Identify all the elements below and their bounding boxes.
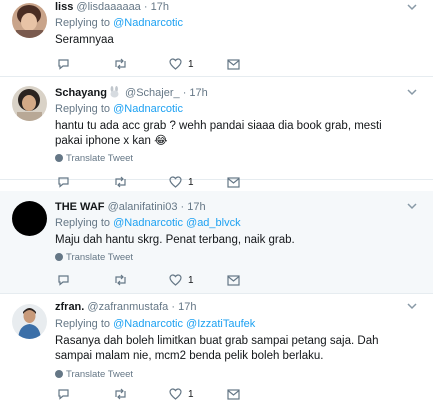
mention-link[interactable]: @Nadnarcotic @IzzatiTaufek [113, 318, 255, 330]
translate-tweet-link[interactable]: Translate Tweet [55, 153, 133, 165]
translate-tweet-link[interactable]: Translate Tweet [55, 369, 133, 381]
avatar[interactable] [12, 3, 47, 38]
retweet-icon [115, 176, 126, 188]
timestamp[interactable]: 17h [178, 301, 196, 313]
replying-to: Replying to @Nadnarcotic @ad_blvck [55, 217, 241, 229]
dm-button[interactable] [227, 273, 240, 287]
mention-link[interactable]: @Nadnarcotic @ad_blvck [113, 217, 241, 229]
avatar[interactable] [12, 304, 47, 339]
retweet-button[interactable] [113, 175, 128, 189]
tweet-schayang[interactable]: Schayang @Schajer_ · 17h Replying to @Na… [0, 77, 433, 188]
like-count: 1 [188, 388, 194, 400]
like-count: 1 [188, 176, 194, 188]
separator-dot: · [171, 301, 176, 313]
chevron-down-icon[interactable] [405, 301, 419, 315]
tweet-the-waf[interactable]: THE WAF @alanifatini03 · 17h Replying to… [0, 191, 433, 294]
avatar[interactable] [12, 86, 47, 121]
replying-to: Replying to @Nadnarcotic [55, 17, 183, 29]
tweet-header: Schayang @Schajer_ · 17h [55, 86, 403, 102]
like-button[interactable]: 1 [169, 273, 194, 287]
mention-link[interactable]: @Nadnarcotic [113, 103, 183, 115]
separator-dot: · [182, 87, 187, 99]
reply-icon [58, 275, 69, 286]
envelope-icon [227, 176, 240, 188]
translate-tweet-link[interactable]: Translate Tweet [55, 252, 133, 264]
reply-button[interactable] [57, 387, 70, 401]
tweet-zfran[interactable]: zfran. @zafranmustafa · 17h Replying to … [0, 294, 433, 404]
display-name[interactable]: zfran. [55, 301, 84, 313]
envelope-icon [227, 274, 240, 286]
tweet-liss[interactable]: liss @lisdaaaaaa · 17h Replying to @Nadn… [0, 0, 433, 77]
display-name[interactable]: liss [55, 1, 73, 13]
chevron-down-icon[interactable] [405, 87, 419, 101]
heart-icon [169, 274, 182, 286]
tweet-text: hantu tu ada acc grab ? wehh pandai siaa… [55, 120, 382, 147]
like-count: 1 [188, 58, 194, 70]
reply-icon [58, 389, 69, 400]
envelope-icon [227, 58, 240, 70]
timestamp[interactable]: 17h [187, 201, 205, 213]
dm-button[interactable] [227, 175, 240, 189]
timestamp[interactable]: 17h [189, 87, 207, 99]
reply-icon [58, 177, 69, 188]
timestamp[interactable]: 17h [151, 1, 169, 13]
reply-button[interactable] [57, 57, 70, 71]
retweet-button[interactable] [113, 273, 128, 287]
reply-button[interactable] [57, 175, 70, 189]
user-handle[interactable]: @Schajer_ [125, 87, 180, 99]
reply-icon [58, 59, 69, 70]
like-count: 1 [188, 274, 194, 286]
heart-icon [169, 176, 182, 188]
like-button[interactable]: 1 [169, 175, 194, 189]
replying-to: Replying to @Nadnarcotic @IzzatiTaufek [55, 318, 256, 330]
chevron-down-icon[interactable] [405, 201, 419, 215]
retweet-button[interactable] [113, 387, 128, 401]
tweet-header: THE WAF @alanifatini03 · 17h [55, 200, 403, 214]
avatar[interactable] [12, 201, 47, 236]
replying-to: Replying to @Nadnarcotic [55, 103, 183, 115]
globe-icon [55, 154, 63, 162]
tweet-header: liss @lisdaaaaaa · 17h [55, 0, 403, 14]
dm-button[interactable] [227, 387, 240, 401]
globe-icon [55, 370, 63, 378]
tweet-actions: 1 [55, 57, 275, 71]
dm-button[interactable] [227, 57, 240, 71]
tweet-header: zfran. @zafranmustafa · 17h [55, 300, 403, 314]
retweet-button[interactable] [113, 57, 128, 71]
like-button[interactable]: 1 [169, 57, 194, 71]
tweet-actions: 1 [55, 175, 275, 189]
globe-icon [55, 253, 63, 261]
tweet-text: Rasanya dah boleh limitkan buat grab sam… [55, 335, 379, 362]
retweet-icon [115, 58, 126, 70]
retweet-icon [115, 388, 126, 400]
user-handle[interactable]: @zafranmustafa [87, 301, 168, 313]
reply-button[interactable] [57, 273, 70, 287]
chevron-down-icon[interactable] [405, 2, 419, 16]
display-name[interactable]: Schayang [55, 87, 107, 99]
user-handle[interactable]: @alanifatini03 [108, 201, 178, 213]
separator-dot: · [143, 1, 148, 13]
like-button[interactable]: 1 [169, 387, 194, 401]
heart-icon [169, 388, 182, 400]
tweet-actions: 1 [55, 387, 275, 401]
retweet-icon [115, 274, 126, 286]
heart-icon [169, 58, 182, 70]
user-handle[interactable]: @lisdaaaaaa [76, 1, 140, 13]
envelope-icon [227, 388, 240, 400]
rabbit-emoji-icon [108, 86, 121, 102]
tweet-text: Maju dah hantu skrg. Penat terbang, naik… [55, 234, 295, 246]
display-name[interactable]: THE WAF [55, 201, 105, 213]
tweet-actions: 1 [55, 273, 275, 287]
mention-link[interactable]: @Nadnarcotic [113, 17, 183, 29]
separator-dot: · [180, 201, 185, 213]
tweet-text: Seramnyaa [55, 34, 114, 46]
